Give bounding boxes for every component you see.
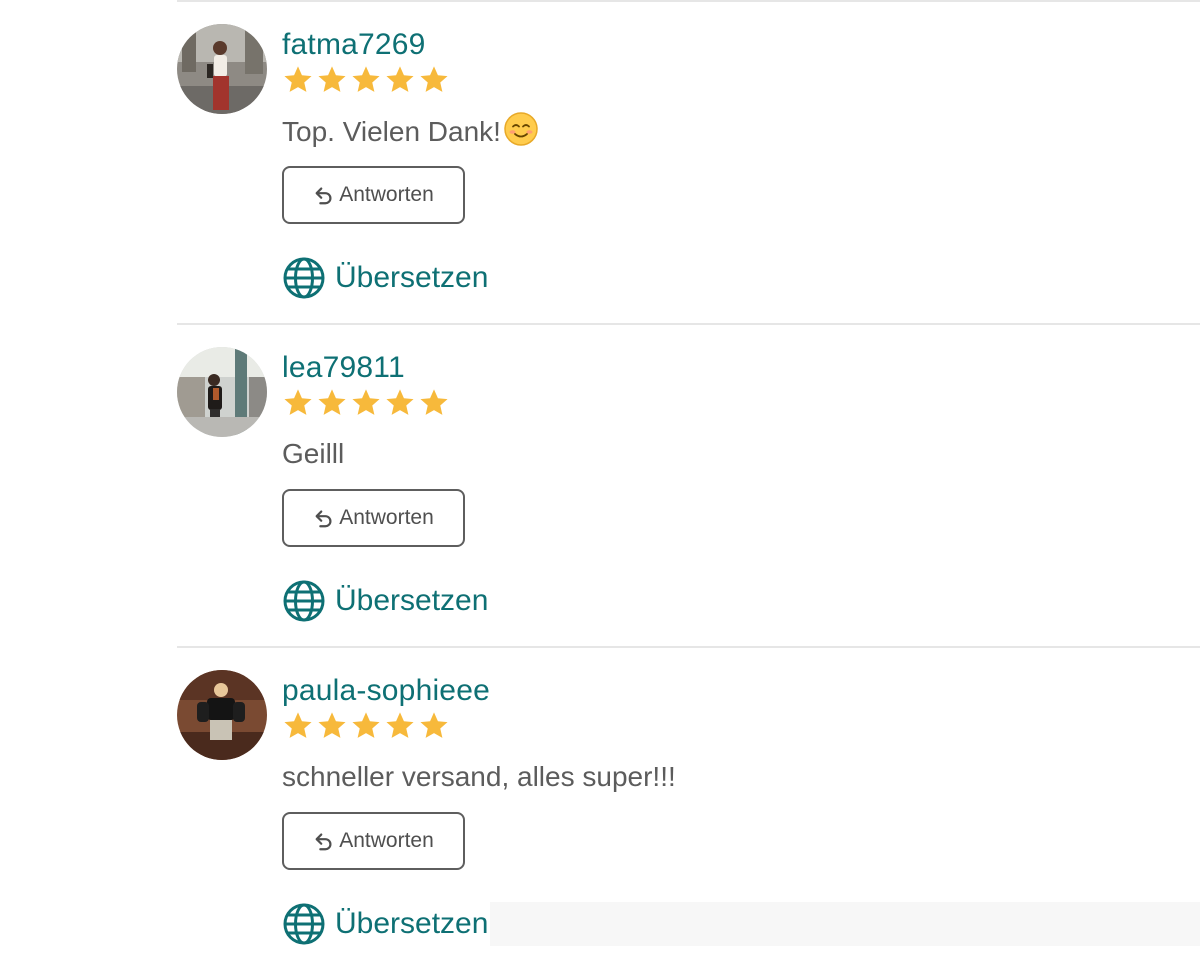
- star-icon: [420, 66, 448, 92]
- translate-label: Übersetzen: [335, 907, 489, 940]
- reply-button[interactable]: Antworten: [282, 489, 465, 547]
- star-icon: [284, 389, 312, 415]
- star-icon: [352, 66, 380, 92]
- reply-button-label: Antworten: [339, 183, 434, 206]
- star-icon: [318, 712, 346, 738]
- avatar-photo: [177, 670, 267, 760]
- reply-button-label: Antworten: [339, 829, 434, 852]
- username[interactable]: paula-sophieee: [282, 672, 490, 710]
- avatar[interactable]: [177, 24, 267, 114]
- rating-stars: [282, 710, 450, 744]
- star-icon: [420, 389, 448, 415]
- star-icon: [386, 712, 414, 738]
- globe-icon: [283, 580, 325, 622]
- username[interactable]: fatma7269: [282, 26, 426, 64]
- star-icon: [284, 712, 312, 738]
- avatar-photo: [177, 24, 267, 114]
- rating-stars: [282, 64, 450, 98]
- review-comment: Top. Vielen Dank!: [282, 111, 539, 152]
- reply-arrow-icon: [315, 187, 332, 205]
- globe-icon: [283, 257, 325, 299]
- reply-button[interactable]: Antworten: [282, 812, 465, 870]
- star-icon: [318, 389, 346, 415]
- star-icon: [352, 389, 380, 415]
- rating-stars: [282, 387, 450, 421]
- avatar[interactable]: [177, 670, 267, 760]
- star-icon: [284, 66, 312, 92]
- translate-link[interactable]: Übersetzen: [282, 901, 488, 947]
- avatar[interactable]: [177, 347, 267, 437]
- translate-link[interactable]: Übersetzen: [282, 255, 488, 301]
- review-text: Top. Vielen Dank!: [282, 116, 501, 147]
- star-icon: [386, 389, 414, 415]
- review-item: fatma7269 Top. Vielen Dank! Antworten Üb…: [0, 0, 1200, 323]
- reply-arrow-icon: [315, 510, 332, 528]
- review-comment: schneller versand, alles super!!!: [282, 757, 676, 797]
- translate-label: Übersetzen: [335, 584, 489, 617]
- review-item: lea79811 Geilll Antworten Übersetzen: [0, 323, 1200, 646]
- star-icon: [386, 66, 414, 92]
- review-comment: Geilll: [282, 434, 344, 474]
- avatar-photo: [177, 347, 267, 437]
- review-text: Geilll: [282, 438, 345, 469]
- reply-button[interactable]: Antworten: [282, 166, 465, 224]
- username[interactable]: lea79811: [282, 349, 405, 387]
- reply-arrow-icon: [315, 833, 332, 851]
- translate-link[interactable]: Übersetzen: [282, 578, 488, 624]
- star-icon: [420, 712, 448, 738]
- review-item: paula-sophieee schneller versand, alles …: [0, 646, 1200, 969]
- reply-button-label: Antworten: [339, 506, 434, 529]
- review-text: schneller versand, alles super!!!: [282, 761, 676, 792]
- globe-icon: [283, 903, 325, 945]
- star-icon: [352, 712, 380, 738]
- translate-label: Übersetzen: [335, 261, 489, 294]
- star-icon: [318, 66, 346, 92]
- reviews-feed: fatma7269 Top. Vielen Dank! Antworten Üb…: [0, 0, 1200, 969]
- smiling-face-emoji-icon: [504, 112, 538, 146]
